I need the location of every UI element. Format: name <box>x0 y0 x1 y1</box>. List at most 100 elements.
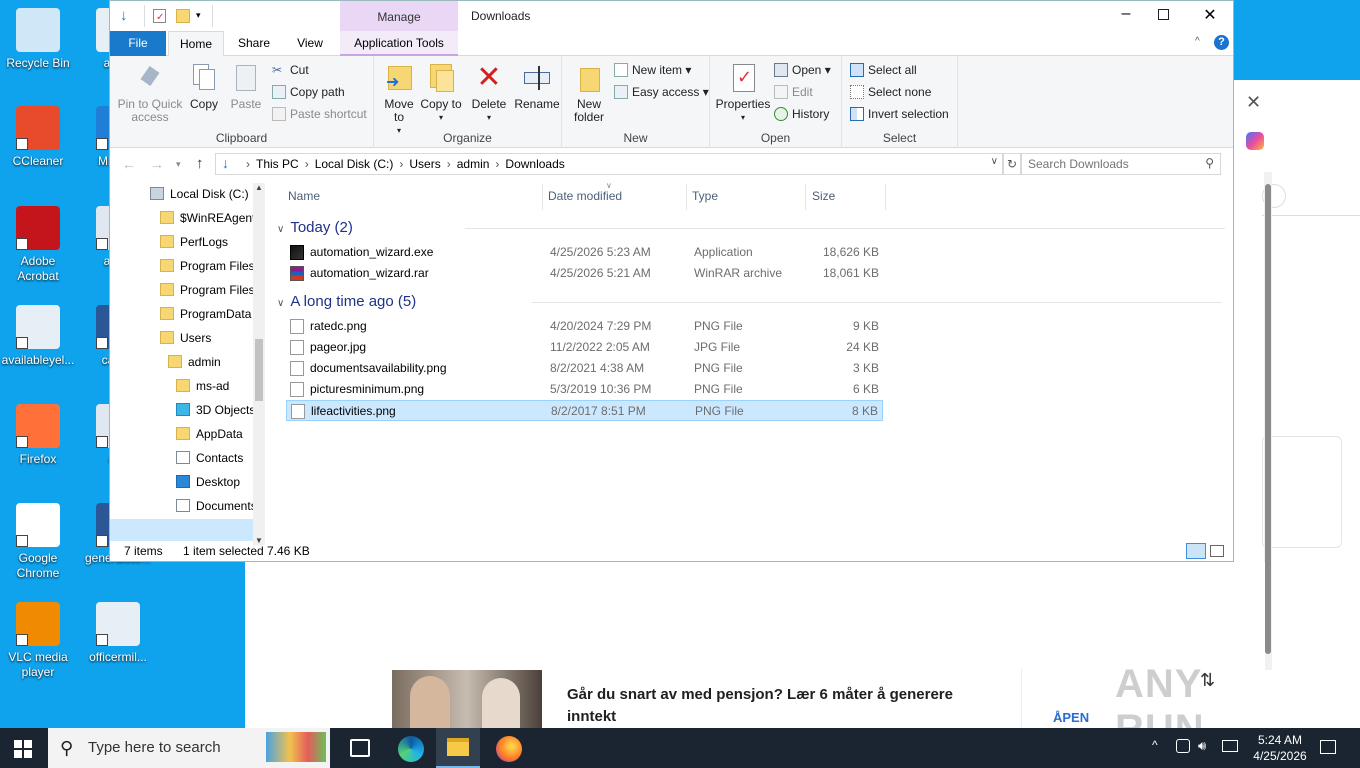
file-row[interactable]: automation_wizard.rar 4/25/2026 5:21 AM Wi… <box>286 263 883 284</box>
edge-icon[interactable] <box>398 736 424 762</box>
file-row[interactable]: lifeactivities.png 8/2/2017 8:51 PM PNG Fi… <box>286 400 883 421</box>
breadcrumb-separator-icon[interactable]: › <box>447 157 451 171</box>
close-icon[interactable]: ✕ <box>1246 92 1261 113</box>
chevron-up-icon[interactable]: ^ <box>1152 738 1158 752</box>
back-button[interactable]: ← <box>122 156 136 172</box>
open-button[interactable]: Open ▾ <box>774 61 831 79</box>
address-bar[interactable]: ↓ › This PC › Local Disk (C:) › Users › admin › D… <box>215 153 1003 175</box>
select-none-button[interactable]: Select none <box>850 83 931 101</box>
copy-path-button[interactable]: Copy path <box>272 83 345 101</box>
desktop-icon[interactable]: Adobe Acrobat <box>0 206 76 284</box>
notification-icon[interactable] <box>1320 740 1336 754</box>
meet-icon[interactable] <box>1176 739 1190 753</box>
group-header[interactable]: ∨ Today (2) <box>277 219 353 236</box>
copy-button[interactable]: Copy <box>186 62 222 111</box>
column-type[interactable]: Type <box>692 189 718 203</box>
pin-quick-access-button[interactable]: Pin to Quick access <box>116 62 184 124</box>
large-icons-view-button[interactable] <box>1210 545 1224 557</box>
move-to-button[interactable]: ➜ Move to ▾ <box>378 62 420 137</box>
edit-button[interactable]: Edit <box>774 83 813 101</box>
group-header[interactable]: ∨ A long time ago (5) <box>277 293 416 310</box>
desktop-icon[interactable]: Recycle Bin <box>0 8 76 71</box>
nav-item[interactable]: PerfLogs <box>160 231 228 253</box>
desktop-icon[interactable]: Google Chrome <box>0 503 76 581</box>
column-date-modified[interactable]: Date modified <box>548 189 622 203</box>
breadcrumb-item[interactable]: admin <box>457 157 490 171</box>
refresh-button[interactable]: ↻ <box>1003 153 1021 175</box>
start-button[interactable] <box>14 740 32 758</box>
breadcrumb-item[interactable]: Downloads <box>505 157 564 171</box>
breadcrumb-separator-icon[interactable]: › <box>305 157 309 171</box>
nav-scrollbar[interactable]: ▲ ▼ <box>253 183 265 545</box>
file-explorer-taskbar-button[interactable] <box>436 728 480 768</box>
breadcrumb-separator-icon[interactable]: › <box>399 157 403 171</box>
qa-dropdown-icon[interactable]: ▾ <box>196 10 201 21</box>
breadcrumb-separator-icon[interactable]: › <box>495 157 499 171</box>
advertisement-banner[interactable]: Går du snart av med pensjon? Lær 6 måter… <box>245 562 1265 751</box>
properties-qa-icon[interactable]: ✓ <box>153 9 166 23</box>
copilot-icon[interactable] <box>1246 132 1264 150</box>
close-button[interactable]: ✕ <box>1200 5 1220 25</box>
history-button[interactable]: History <box>774 105 829 123</box>
nav-item[interactable]: Desktop <box>176 471 240 493</box>
clock[interactable]: 5:24 AM 4/25/2026 <box>1248 732 1312 764</box>
maximize-button[interactable] <box>1158 9 1169 20</box>
scrollbar[interactable] <box>1264 172 1272 670</box>
breadcrumb-item[interactable]: This PC <box>256 157 299 171</box>
desktop-icon[interactable]: Firefox <box>0 404 76 467</box>
tab-application-tools[interactable]: Application Tools <box>340 31 458 56</box>
details-view-button[interactable] <box>1186 543 1206 559</box>
breadcrumb-item[interactable]: Users <box>409 157 440 171</box>
nav-item[interactable]: Users <box>160 327 211 349</box>
collapse-ribbon-icon[interactable]: ^ <box>1195 36 1200 47</box>
nav-item[interactable]: 3D Objects <box>176 399 255 421</box>
file-row[interactable]: picturesminimum.png 5/3/2019 10:36 PM PNG … <box>286 379 883 400</box>
new-folder-button[interactable]: New folder <box>568 62 610 124</box>
download-arrow-icon[interactable]: ↓ <box>120 8 134 24</box>
tab-file[interactable]: File <box>110 31 166 56</box>
nav-item[interactable]: $WinREAgent <box>160 207 255 229</box>
nav-item[interactable]: Local Disk (C:) <box>150 183 249 205</box>
nav-item[interactable]: Contacts <box>176 447 243 469</box>
cut-button[interactable]: ✂ Cut <box>272 61 309 79</box>
firefox-icon[interactable] <box>496 736 522 762</box>
help-icon[interactable]: ? <box>1214 35 1229 50</box>
new-folder-qa-icon[interactable] <box>176 9 190 23</box>
nav-item[interactable]: ProgramData <box>160 303 251 325</box>
paste-button[interactable]: Paste <box>228 62 264 111</box>
delete-button[interactable]: ✕ Delete ▾ <box>468 62 510 124</box>
copy-to-button[interactable]: Copy to ▾ <box>420 62 462 124</box>
nav-item[interactable]: Program Files <box>160 255 255 277</box>
breadcrumb-separator-icon[interactable]: › <box>246 157 250 171</box>
nav-item[interactable]: AppData <box>176 423 243 445</box>
nav-item[interactable]: admin <box>168 351 221 373</box>
file-row[interactable]: automation_wizard.exe 4/25/2026 5:23 AM Ap… <box>286 242 883 263</box>
forward-button[interactable]: → <box>150 156 164 172</box>
recent-locations-icon[interactable]: ▾ <box>176 159 181 170</box>
file-row[interactable]: ratedc.png 4/20/2024 7:29 PM PNG File 9 KB <box>286 316 883 337</box>
column-name[interactable]: Name <box>288 189 320 203</box>
minimize-button[interactable]: – <box>1116 5 1136 23</box>
new-item-button[interactable]: New item ▾ <box>614 61 691 79</box>
tab-share[interactable]: Share <box>228 31 280 56</box>
address-dropdown-icon[interactable]: ∨ <box>991 156 998 167</box>
invert-selection-button[interactable]: Invert selection <box>850 105 949 123</box>
column-size[interactable]: Size <box>812 189 835 203</box>
volume-icon[interactable]: 🔊︎ <box>1198 738 1206 754</box>
desktop-icon[interactable]: VLC media player <box>0 602 76 680</box>
tab-home[interactable]: Home <box>168 31 224 56</box>
paste-shortcut-button[interactable]: Paste shortcut <box>272 105 367 123</box>
breadcrumb-item[interactable]: Local Disk (C:) <box>315 157 394 171</box>
file-row[interactable]: pageor.jpg 11/2/2022 2:05 AM JPG File 24 KB <box>286 337 883 358</box>
ad-cta-button[interactable]: ÅPEN <box>1053 710 1089 725</box>
task-view-icon[interactable] <box>350 739 370 757</box>
taskbar-search[interactable]: ⚲ Type here to search <box>48 728 330 768</box>
properties-button[interactable]: ✓ Properties ▾ <box>714 62 772 124</box>
easy-access-button[interactable]: Easy access ▾ <box>614 83 709 101</box>
up-button[interactable]: ↑ <box>196 155 204 172</box>
file-row[interactable]: documentsavailability.png 8/2/2021 4:38 A… <box>286 358 883 379</box>
desktop-icon[interactable]: officermil... <box>80 602 156 665</box>
nav-item[interactable]: ms-ad <box>176 375 229 397</box>
nav-item[interactable]: Documents <box>176 495 257 517</box>
select-all-button[interactable]: Select all <box>850 61 917 79</box>
